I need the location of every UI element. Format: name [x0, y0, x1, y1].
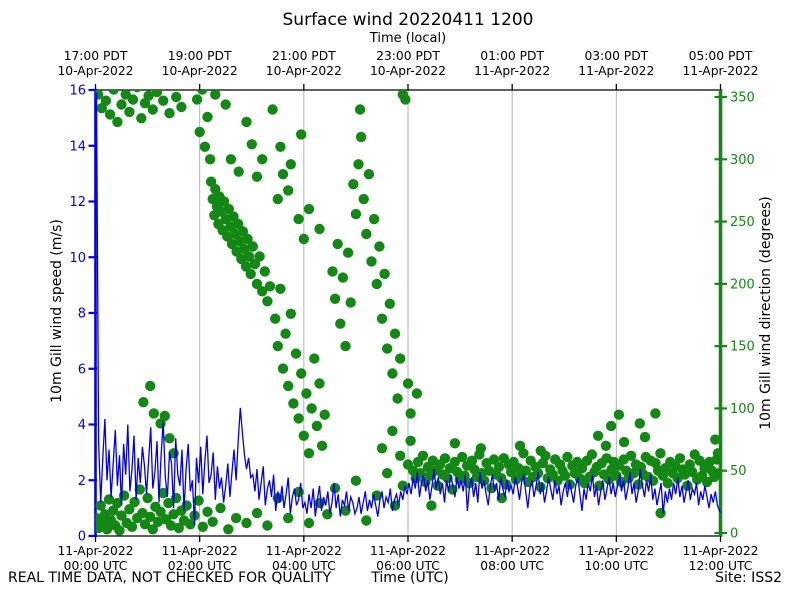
svg-text:03:00 PDT: 03:00 PDT: [584, 49, 648, 63]
svg-text:50: 50: [730, 464, 747, 479]
svg-text:11-Apr-2022: 11-Apr-2022: [266, 544, 342, 558]
svg-text:10: 10: [69, 251, 86, 266]
svg-text:16: 16: [69, 84, 86, 99]
svg-text:17:00 PDT: 17:00 PDT: [64, 49, 128, 63]
svg-text:350: 350: [730, 91, 755, 106]
site-label: Site: ISS2: [715, 570, 782, 586]
svg-text:2: 2: [78, 474, 86, 489]
svg-text:10-Apr-2022: 10-Apr-2022: [370, 64, 446, 78]
svg-text:11-Apr-2022: 11-Apr-2022: [370, 544, 446, 558]
chart-title: Surface wind 20220411 1200: [282, 10, 534, 30]
svg-text:10-Apr-2022: 10-Apr-2022: [162, 64, 238, 78]
left-axis-label: 10m Gill wind speed (m/s): [49, 219, 65, 403]
svg-text:300: 300: [730, 153, 755, 168]
surface-wind-page: { "footer": { "warning": "REAL TIME DATA…: [0, 0, 800, 600]
svg-text:19:00 PDT: 19:00 PDT: [168, 49, 232, 63]
svg-text:05:00 PDT: 05:00 PDT: [689, 49, 753, 63]
svg-text:21:00 PDT: 21:00 PDT: [272, 49, 336, 63]
speed-tick-labels: 0 2 4 6 8 10 12 14 16: [69, 84, 97, 545]
svg-text:0: 0: [730, 527, 738, 542]
wind-chart: 11-Apr-202200:00 UTC11-Apr-202202:00 UTC…: [57, 49, 758, 573]
svg-text:11-Apr-2022: 11-Apr-2022: [682, 544, 758, 558]
svg-text:10-Apr-2022: 10-Apr-2022: [57, 64, 133, 78]
svg-text:11-Apr-2022: 11-Apr-2022: [162, 544, 238, 558]
svg-text:150: 150: [730, 340, 755, 355]
svg-text:11-Apr-2022: 11-Apr-2022: [578, 64, 654, 78]
svg-text:200: 200: [730, 277, 755, 292]
svg-text:4: 4: [78, 418, 86, 433]
svg-text:01:00 PDT: 01:00 PDT: [480, 49, 544, 63]
svg-text:11-Apr-2022: 11-Apr-2022: [474, 64, 550, 78]
svg-text:250: 250: [730, 215, 755, 230]
svg-text:11-Apr-2022: 11-Apr-2022: [57, 544, 133, 558]
svg-text:11-Apr-2022: 11-Apr-2022: [578, 544, 654, 558]
svg-text:10-Apr-2022: 10-Apr-2022: [266, 64, 342, 78]
svg-text:0: 0: [78, 530, 86, 545]
svg-text:8: 8: [78, 307, 86, 322]
right-axis-label: 10m Gill wind direction (degrees): [758, 196, 774, 430]
svg-text:12: 12: [69, 195, 86, 210]
svg-text:6: 6: [78, 362, 86, 377]
svg-text:100: 100: [730, 402, 755, 417]
svg-text:11-Apr-2022: 11-Apr-2022: [682, 64, 758, 78]
svg-text:14: 14: [69, 139, 86, 154]
svg-text:23:00 PDT: 23:00 PDT: [376, 49, 440, 63]
bottom-axis-label: Time (UTC): [371, 570, 449, 586]
svg-text:11-Apr-2022: 11-Apr-2022: [474, 544, 550, 558]
top-axis-label: Time (local): [369, 31, 447, 46]
